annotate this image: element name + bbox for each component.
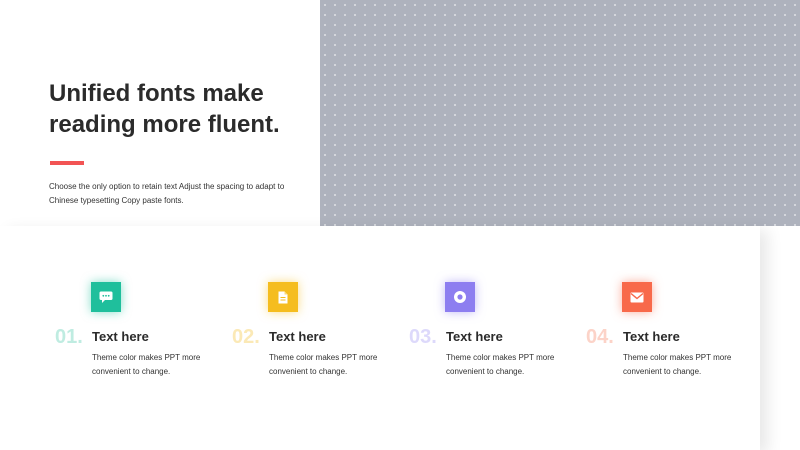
feature-description: Theme color makes PPT more convenient to… (623, 353, 732, 376)
dotted-pattern-panel (320, 0, 800, 226)
slide-title: Unified fonts make reading more fluent. (49, 80, 280, 138)
feature-number: 03. (409, 326, 437, 348)
feature-card-3: 03. Text here Theme color makes PPT more… (409, 282, 569, 392)
feature-title: Text here (92, 329, 149, 344)
features-panel: 01. Text here Theme color makes PPT more… (0, 226, 760, 450)
feature-description: Theme color makes PPT more convenient to… (269, 353, 378, 376)
feature-description: Theme color makes PPT more convenient to… (446, 353, 555, 376)
feature-card-2: 02. Text here Theme color makes PPT more… (232, 282, 392, 392)
feature-number: 04. (586, 326, 614, 348)
envelope-icon (622, 282, 652, 312)
feature-title: Text here (623, 329, 680, 344)
accent-underline (50, 161, 84, 165)
chat-bubble-icon (91, 282, 121, 312)
feature-card-4: 04. Text here Theme color makes PPT more… (586, 282, 746, 392)
feature-title: Text here (269, 329, 326, 344)
slide-description: Choose the only option to retain text Ad… (49, 182, 285, 205)
feature-title: Text here (446, 329, 503, 344)
ring-icon (445, 282, 475, 312)
feature-number: 02. (232, 326, 260, 348)
feature-number: 01. (55, 326, 83, 348)
feature-card-1: 01. Text here Theme color makes PPT more… (55, 282, 215, 392)
feature-description: Theme color makes PPT more convenient to… (92, 353, 201, 376)
document-icon (268, 282, 298, 312)
